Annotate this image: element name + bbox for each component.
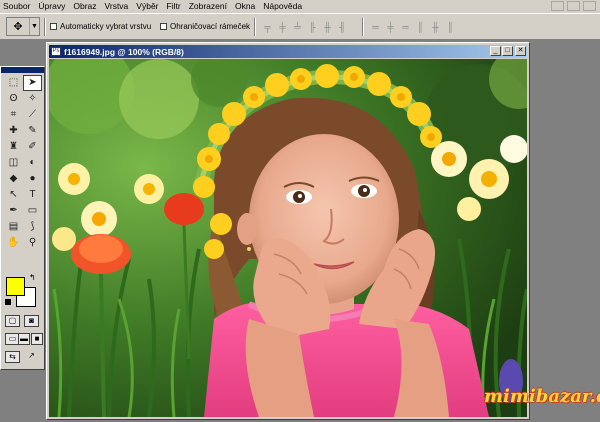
align-right-icon[interactable]: ╢ <box>337 21 348 33</box>
slice-tool-icon[interactable]: ⟋ <box>23 107 42 123</box>
watermark: mimibazar.cz <box>484 386 600 407</box>
divider <box>254 18 256 36</box>
align-hcenter-icon[interactable]: ╫ <box>322 21 333 33</box>
bounding-box-option[interactable]: Ohraničovací rámeček <box>160 22 250 31</box>
paint-bucket-tool-icon[interactable]: ◐ <box>23 155 42 171</box>
distribute-vcenter-icon[interactable]: ╪ <box>385 21 396 33</box>
eraser-tool-icon[interactable]: ◫ <box>4 155 23 171</box>
notes-tool-icon[interactable]: ▤ <box>4 219 23 235</box>
move-tool-icon: ✥ <box>13 21 23 33</box>
zoom-tool-icon[interactable]: ⚲ <box>23 235 42 251</box>
document-title: f1616949.jpg @ 100% (RGB/8) <box>64 46 184 57</box>
auto-select-layer-option[interactable]: Automaticky vybrat vrstvu <box>50 22 151 31</box>
align-left-icon[interactable]: ╟ <box>307 21 318 33</box>
menu-bar: Soubor Úpravy Obraz Vrstva Výběr Filtr Z… <box>0 0 600 13</box>
menu-filter[interactable]: Filtr <box>163 0 185 13</box>
menu-select[interactable]: Výběr <box>132 0 162 13</box>
screen-mode-full-menu-button[interactable]: ▬ <box>18 333 30 345</box>
align-bottom-icon[interactable]: ╧ <box>292 21 303 33</box>
auto-select-layer-checkbox[interactable] <box>50 23 57 30</box>
eyedropper-tool-icon[interactable]: ⟆ <box>23 219 42 235</box>
clone-stamp-tool-icon[interactable]: ♜ <box>4 139 23 155</box>
type-tool-icon[interactable]: T <box>23 187 42 203</box>
crop-tool-icon[interactable]: ⌗ <box>4 107 23 123</box>
distribute-top-icon[interactable]: ═ <box>370 21 381 33</box>
history-brush-tool-icon[interactable]: ✐ <box>23 139 42 155</box>
app-restore-button[interactable] <box>567 1 580 11</box>
healing-brush-tool-icon[interactable]: ✚ <box>4 123 23 139</box>
magic-wand-tool-icon[interactable]: ✧ <box>23 91 42 107</box>
marquee-tool-icon[interactable]: ⬚ <box>4 75 23 91</box>
distribute-left-icon[interactable]: ║ <box>415 21 426 33</box>
divider <box>44 18 46 36</box>
default-colors-icon[interactable] <box>5 299 11 305</box>
path-selection-tool-icon[interactable]: ↖ <box>4 187 23 203</box>
menu-window[interactable]: Okna <box>231 0 259 13</box>
swap-colors-icon[interactable]: ↰ <box>29 273 36 282</box>
dodge-tool-icon[interactable]: ● <box>23 171 42 187</box>
photo-girl-flower-crown <box>49 59 527 417</box>
tool-preset-picker[interactable]: ✥ ▼ <box>6 17 40 36</box>
document-title-bar[interactable]: Ps f1616949.jpg @ 100% (RGB/8) _ □ ✕ <box>49 45 527 58</box>
app-window-buttons <box>551 1 596 11</box>
menu-help[interactable]: Nápověda <box>259 0 306 13</box>
align-vcenter-icon[interactable]: ╪ <box>277 21 288 33</box>
distribute-right-icon[interactable]: ║ <box>445 21 456 33</box>
align-buttons: ╤ ╪ ╧ ╟ ╫ ╢ <box>262 21 348 33</box>
app-close-button[interactable] <box>583 1 596 11</box>
jump-to-imageready-button[interactable]: ⇆ <box>5 351 20 363</box>
maximize-button[interactable]: □ <box>502 46 513 56</box>
menu-layer[interactable]: Vrstva <box>101 0 133 13</box>
screen-mode-full-button[interactable]: ■ <box>31 333 43 345</box>
hand-tool-icon[interactable]: ✋ <box>4 235 23 251</box>
tool-grid: ⬚ ➤ ʘ ✧ ⌗ ⟋ ✚ ✎ ♜ ✐ ◫ ◐ ◆ ● ↖ T ✒ ▭ ▤ ⟆ … <box>4 75 42 251</box>
quick-mask-button[interactable]: ◙ <box>24 315 39 327</box>
minimize-button[interactable]: _ <box>490 46 501 56</box>
shape-tool-icon[interactable]: ▭ <box>23 203 42 219</box>
bounding-box-checkbox[interactable] <box>160 23 167 30</box>
pen-tool-icon[interactable]: ✒ <box>4 203 23 219</box>
chevron-down-icon: ▼ <box>29 18 39 35</box>
distribute-bottom-icon[interactable]: ═ <box>400 21 411 33</box>
standard-mode-button[interactable]: ▢ <box>5 315 20 327</box>
align-top-icon[interactable]: ╤ <box>262 21 273 33</box>
close-button[interactable]: ✕ <box>515 46 526 56</box>
toolbox: ⬚ ➤ ʘ ✧ ⌗ ⟋ ✚ ✎ ♜ ✐ ◫ ◐ ◆ ● ↖ T ✒ ▭ ▤ ⟆ … <box>0 66 45 370</box>
auto-select-layer-label: Automaticky vybrat vrstvu <box>60 22 152 31</box>
bounding-box-label: Ohraničovací rámeček <box>170 22 251 31</box>
move-tool-icon[interactable]: ➤ <box>23 75 42 91</box>
distribute-buttons: ═ ╪ ═ ║ ╫ ║ <box>370 21 456 33</box>
document-window-buttons: _ □ ✕ <box>490 46 526 56</box>
lasso-tool-icon[interactable]: ʘ <box>4 91 23 107</box>
document-window: Ps f1616949.jpg @ 100% (RGB/8) _ □ ✕ <box>46 42 530 420</box>
foreground-color-swatch[interactable] <box>6 277 25 296</box>
image-canvas[interactable] <box>49 59 527 417</box>
distribute-hcenter-icon[interactable]: ╫ <box>430 21 441 33</box>
menu-edit[interactable]: Úpravy <box>34 0 69 13</box>
options-bar: ✥ ▼ Automaticky vybrat vrstvu Ohraničova… <box>0 13 600 40</box>
toolbox-title-bar[interactable] <box>1 67 44 73</box>
imageready-icon: ↗ <box>28 351 35 360</box>
divider <box>362 18 364 36</box>
app-minimize-button[interactable] <box>551 1 564 11</box>
menu-view[interactable]: Zobrazení <box>185 0 231 13</box>
photoshop-document-icon: Ps <box>51 47 61 56</box>
menu-image[interactable]: Obraz <box>69 0 100 13</box>
blur-tool-icon[interactable]: ◆ <box>4 171 23 187</box>
menu-file[interactable]: Soubor <box>0 0 34 13</box>
brush-tool-icon[interactable]: ✎ <box>23 123 42 139</box>
